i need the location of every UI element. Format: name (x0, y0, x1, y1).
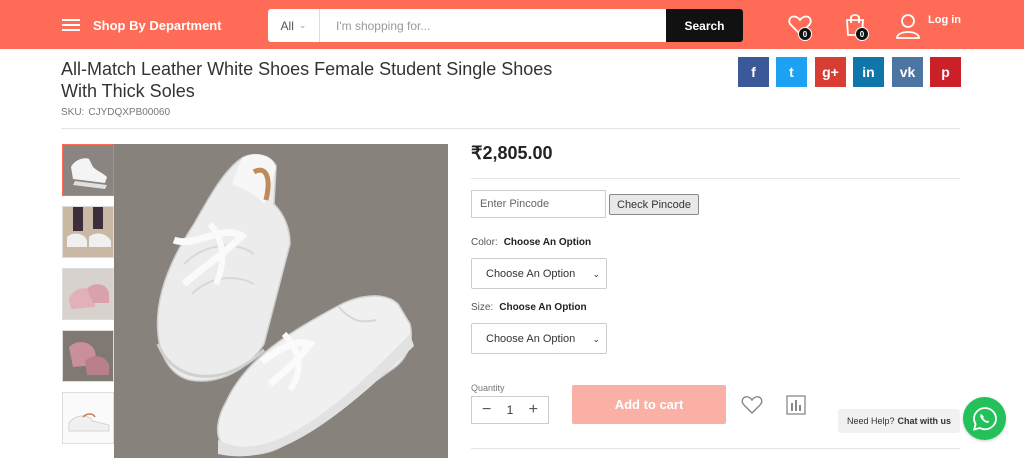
search-input[interactable] (320, 9, 666, 42)
shoe-worn-thumbnail-image (63, 207, 113, 257)
size-select[interactable]: Choose An Option ⌄ (471, 323, 607, 354)
add-to-cart-button[interactable]: Add to cart (572, 385, 726, 424)
facebook-icon: f (751, 64, 756, 80)
chat-help-prefix: Need Help? (847, 416, 895, 426)
shop-by-department-button[interactable]: Shop By Department (62, 16, 222, 34)
sku-label: SKU: (61, 107, 85, 118)
google-plus-icon: g+ (822, 64, 839, 80)
search-category-select[interactable]: All ⌄ (268, 9, 320, 42)
add-to-wishlist-button[interactable] (740, 394, 764, 416)
wishlist-count-badge: 0 (798, 27, 812, 41)
size-label: Size: (471, 302, 494, 313)
wishlist-button[interactable]: 0 (786, 11, 814, 41)
white-sneakers-image (114, 144, 448, 458)
user-icon (896, 14, 920, 39)
check-pincode-button[interactable]: Check Pincode (609, 194, 699, 215)
facebook-share-button[interactable]: f (738, 57, 769, 87)
increase-quantity-button[interactable]: + (529, 402, 538, 418)
whatsapp-chat-button[interactable] (963, 397, 1006, 440)
product-price: ₹2,805.00 (471, 143, 553, 163)
pink-shoe-thumbnail-image (63, 269, 113, 319)
color-select[interactable]: Choose An Option ⌄ (471, 258, 607, 289)
product-thumbnail[interactable] (62, 268, 114, 320)
price-divider (471, 178, 960, 179)
top-header: Shop By Department All ⌄ Search 0 0 Log … (0, 0, 1024, 49)
pinterest-icon: p (941, 64, 950, 80)
cart-divider (471, 448, 960, 449)
quantity-label: Quantity (471, 383, 505, 393)
chat-help-tooltip[interactable]: Need Help? Chat with us (838, 409, 961, 433)
vk-share-button[interactable]: vk (892, 57, 923, 87)
chevron-down-icon: ⌄ (592, 334, 600, 344)
product-thumbnail[interactable] (62, 330, 114, 382)
heart-icon (741, 396, 763, 414)
whatsapp-icon (972, 406, 997, 431)
title-divider (61, 128, 960, 129)
twitter-share-button[interactable]: t (776, 57, 807, 87)
product-thumbnail[interactable] (62, 144, 114, 196)
compare-chart-icon (786, 395, 806, 415)
pink-shoe-thumbnail-image (63, 331, 113, 381)
cart-button[interactable]: 0 (841, 11, 869, 41)
shoe-thumbnail-image (63, 145, 113, 195)
chevron-down-icon: ⌄ (298, 20, 307, 30)
chat-help-link: Chat with us (897, 416, 952, 426)
cart-count-badge: 0 (855, 27, 869, 41)
search-button[interactable]: Search (666, 9, 743, 42)
hamburger-menu-icon (62, 18, 80, 32)
quantity-value[interactable]: 1 (507, 403, 514, 417)
product-thumbnail[interactable] (62, 392, 114, 444)
google-plus-share-button[interactable]: g+ (815, 57, 846, 87)
search-category-value: All (280, 18, 294, 33)
decrease-quantity-button[interactable]: − (482, 402, 491, 418)
product-main-image[interactable] (114, 144, 448, 458)
sku-value: CJYDQXPB00060 (88, 107, 171, 118)
pincode-input[interactable] (471, 190, 606, 218)
vk-icon: vk (899, 64, 916, 80)
user-account-button[interactable] (895, 12, 923, 40)
color-select-value: Choose An Option (486, 267, 576, 280)
department-label: Shop By Department (93, 17, 222, 33)
shoe-thumbnail-image (63, 393, 113, 443)
size-selected-value: Choose An Option (499, 302, 587, 313)
login-link[interactable]: Log in (928, 14, 961, 26)
product-title: All-Match Leather White Shoes Female Stu… (61, 59, 553, 101)
product-thumbnail[interactable] (62, 206, 114, 258)
linkedin-icon: in (862, 64, 875, 80)
linkedin-share-button[interactable]: in (853, 57, 884, 87)
size-select-value: Choose An Option (486, 332, 576, 345)
twitter-icon: t (789, 64, 794, 80)
pinterest-share-button[interactable]: p (930, 57, 961, 87)
color-selected-value: Choose An Option (503, 237, 592, 248)
search-bar: All ⌄ Search (268, 9, 743, 42)
quantity-stepper: − 1 + (471, 396, 549, 424)
product-sku: SKU: CJYDQXPB00060 (61, 107, 170, 118)
size-option-label: Size: Choose An Option (471, 302, 587, 313)
color-option-label: Color: Choose An Option (471, 237, 591, 248)
compare-button[interactable] (785, 394, 807, 416)
chevron-down-icon: ⌄ (592, 269, 600, 279)
color-label: Color: (471, 237, 498, 248)
